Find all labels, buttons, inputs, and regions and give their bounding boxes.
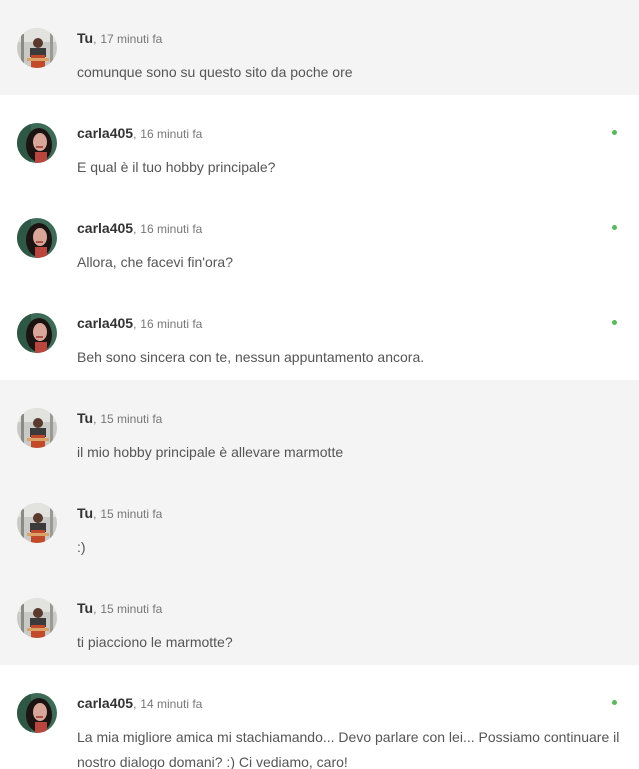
message-text: La mia migliore amica mi stachiamando...… bbox=[77, 729, 620, 769]
message-time: 15 minuti fa bbox=[100, 507, 163, 521]
message-text: :) bbox=[77, 539, 86, 555]
message-text: comunque sono su questo sito da poche or… bbox=[77, 64, 353, 80]
message-text: E qual è il tuo hobby principale? bbox=[77, 159, 276, 175]
meta-separator: , bbox=[133, 222, 137, 236]
message-time: 16 minuti fa bbox=[140, 317, 203, 331]
chat-message: carla405, 16 minuti fa Beh sono sincera … bbox=[0, 285, 639, 380]
message-time: 16 minuti fa bbox=[140, 127, 203, 141]
message-meta: Tu, 15 minuti fa bbox=[77, 505, 162, 522]
avatar[interactable] bbox=[17, 693, 57, 733]
message-time: 15 minuti fa bbox=[100, 412, 163, 426]
message-author[interactable]: carla405 bbox=[77, 695, 133, 711]
chat-message: Tu, 15 minuti fa il mio hobby principale… bbox=[0, 380, 639, 475]
message-time: 17 minuti fa bbox=[100, 32, 163, 46]
message-author[interactable]: carla405 bbox=[77, 125, 133, 141]
chat-message-list[interactable]: Tu, 17 minuti fa comunque sono su questo… bbox=[0, 0, 639, 769]
meta-separator: , bbox=[93, 507, 97, 521]
message-author[interactable]: carla405 bbox=[77, 220, 133, 236]
message-text: Beh sono sincera con te, nessun appuntam… bbox=[77, 349, 425, 365]
avatar[interactable] bbox=[17, 313, 57, 353]
chat-message: Tu, 15 minuti fa ti piacciono le marmott… bbox=[0, 570, 639, 665]
message-meta: carla405, 16 minuti fa bbox=[77, 315, 202, 332]
message-time: 15 minuti fa bbox=[100, 602, 163, 616]
meta-separator: , bbox=[93, 602, 97, 616]
chat-message: carla405, 16 minuti fa Allora, che facev… bbox=[0, 190, 639, 285]
meta-separator: , bbox=[93, 32, 97, 46]
meta-separator: , bbox=[133, 317, 137, 331]
avatar[interactable] bbox=[17, 503, 57, 543]
message-text: Allora, che facevi fin'ora? bbox=[77, 254, 233, 270]
message-meta: carla405, 16 minuti fa bbox=[77, 220, 202, 237]
avatar[interactable] bbox=[17, 28, 57, 68]
message-text: ti piacciono le marmotte? bbox=[77, 634, 233, 650]
online-status-icon bbox=[612, 225, 617, 230]
message-time: 16 minuti fa bbox=[140, 222, 203, 236]
meta-separator: , bbox=[133, 127, 137, 141]
chat-message: Tu, 15 minuti fa :) bbox=[0, 475, 639, 570]
chat-message: Tu, 17 minuti fa comunque sono su questo… bbox=[0, 0, 639, 95]
message-text: il mio hobby principale è allevare marmo… bbox=[77, 444, 344, 460]
meta-separator: , bbox=[133, 697, 137, 711]
avatar[interactable] bbox=[17, 598, 57, 638]
online-status-icon bbox=[612, 130, 617, 135]
avatar[interactable] bbox=[17, 408, 57, 448]
message-meta: Tu, 17 minuti fa bbox=[77, 30, 162, 47]
online-status-icon bbox=[612, 700, 617, 705]
message-meta: Tu, 15 minuti fa bbox=[77, 600, 162, 617]
message-author[interactable]: Tu bbox=[77, 600, 93, 616]
chat-message: carla405, 14 minuti fa La mia migliore a… bbox=[0, 665, 639, 769]
avatar[interactable] bbox=[17, 123, 57, 163]
message-author[interactable]: carla405 bbox=[77, 315, 133, 331]
message-meta: Tu, 15 minuti fa bbox=[77, 410, 162, 427]
message-meta: carla405, 16 minuti fa bbox=[77, 125, 202, 142]
message-author[interactable]: Tu bbox=[77, 30, 93, 46]
avatar[interactable] bbox=[17, 218, 57, 258]
chat-message: carla405, 16 minuti fa E qual è il tuo h… bbox=[0, 95, 639, 190]
message-meta: carla405, 14 minuti fa bbox=[77, 695, 202, 712]
online-status-icon bbox=[612, 320, 617, 325]
message-author[interactable]: Tu bbox=[77, 505, 93, 521]
message-time: 14 minuti fa bbox=[140, 697, 203, 711]
meta-separator: , bbox=[93, 412, 97, 426]
message-author[interactable]: Tu bbox=[77, 410, 93, 426]
